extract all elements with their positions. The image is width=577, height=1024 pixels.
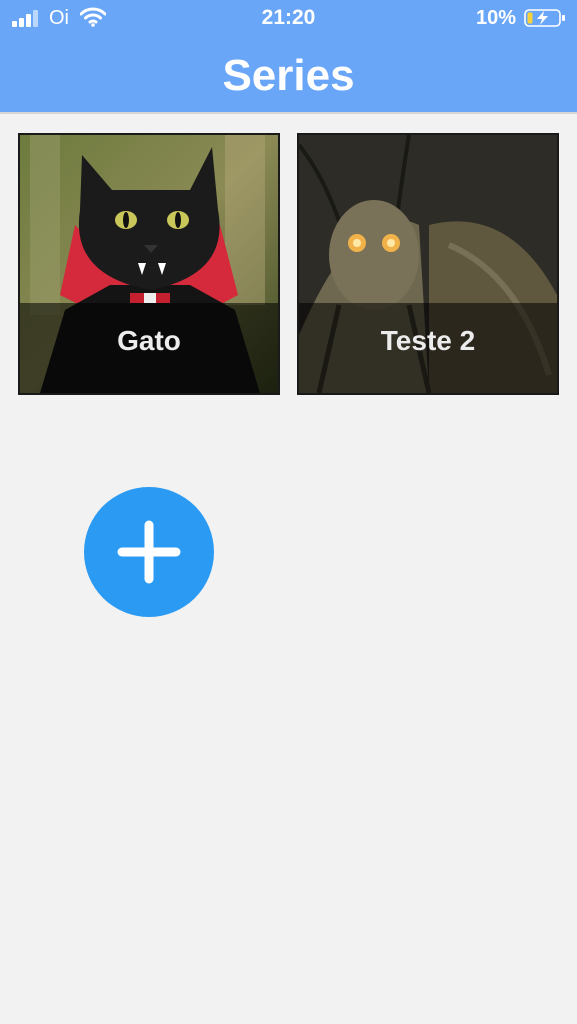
plus-icon (117, 520, 181, 584)
status-bar: Oi 21:20 10% (0, 0, 577, 36)
series-card-label: Gato (117, 325, 181, 356)
page-title: Series (222, 51, 355, 100)
battery-charging-icon (524, 9, 565, 27)
add-series-button[interactable] (84, 487, 214, 617)
series-card-gato[interactable]: Gato (18, 133, 280, 395)
app-header: Oi 21:20 10% Series (0, 0, 577, 114)
series-card-teste-2[interactable]: Teste 2 (297, 133, 559, 395)
battery-percent: 10% (476, 7, 517, 29)
series-card-label: Teste 2 (380, 325, 476, 356)
